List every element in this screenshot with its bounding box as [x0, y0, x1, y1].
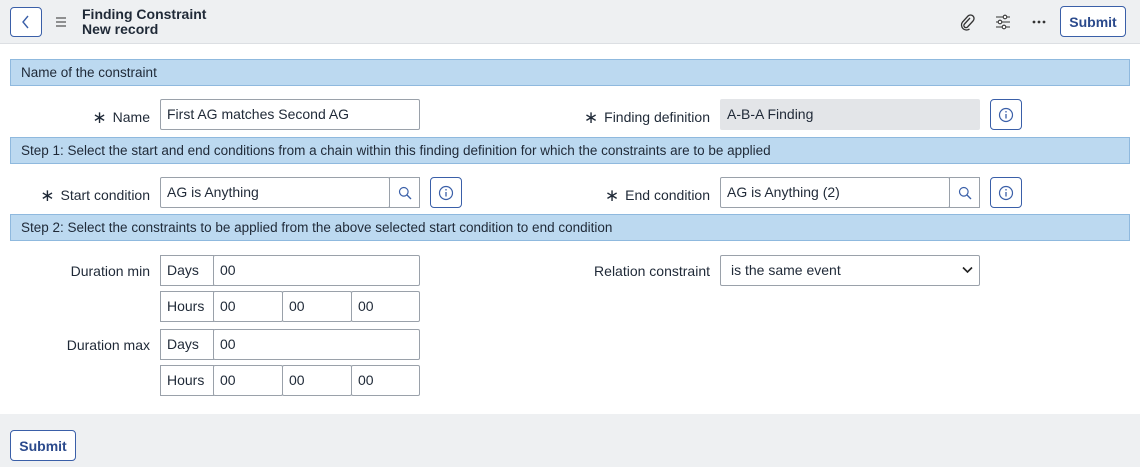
search-icon — [958, 186, 971, 199]
start-condition-input[interactable]: AG is Anything — [160, 177, 390, 208]
more-options-button[interactable] — [1029, 12, 1049, 32]
duration-max-days-input[interactable]: 00 — [213, 329, 420, 360]
paperclip-icon — [960, 14, 975, 31]
finding-definition-info-button[interactable] — [990, 99, 1022, 130]
info-icon — [998, 185, 1014, 200]
footer-submit-button[interactable]: Submit — [10, 430, 76, 461]
back-button[interactable] — [10, 7, 42, 37]
duration-min-days-input[interactable]: 00 — [213, 255, 420, 286]
duration-max-hours-label: Hours — [160, 365, 214, 396]
chevron-left-icon — [22, 15, 29, 29]
required-icon: ∗ — [583, 108, 599, 127]
sliders-icon — [996, 14, 1010, 30]
relation-constraint-label: Relation constraint — [594, 263, 710, 279]
duration-min-seconds-input[interactable]: 00 — [351, 291, 420, 322]
form-footer: Submit — [0, 414, 1140, 467]
name-label: ∗ Name — [92, 108, 150, 127]
start-condition-info-button[interactable] — [430, 177, 462, 208]
end-condition-info-button[interactable] — [990, 177, 1022, 208]
duration-max-label: Duration max — [66, 337, 150, 353]
attachment-button[interactable] — [957, 12, 977, 32]
info-icon — [438, 185, 454, 200]
header-submit-button[interactable]: Submit — [1060, 6, 1126, 37]
name-input[interactable]: First AG matches Second AG — [160, 99, 420, 130]
duration-min-hours-input[interactable]: 00 — [213, 291, 283, 322]
finding-definition-field: A-B-A Finding — [720, 99, 980, 130]
personalize-button[interactable] — [993, 12, 1013, 32]
end-condition-lookup-button[interactable] — [949, 177, 980, 208]
duration-min-label: Duration min — [70, 263, 150, 279]
page-title: Finding Constraint New record — [82, 7, 206, 37]
required-icon: ∗ — [604, 186, 620, 205]
duration-max-seconds-input[interactable]: 00 — [351, 365, 420, 396]
form-header: Finding Constraint New record Submit — [0, 0, 1140, 44]
form-title: Finding Constraint — [82, 6, 207, 22]
required-icon: ∗ — [40, 186, 55, 205]
section-step-2: Step 2: Select the constraints to be app… — [10, 214, 1130, 241]
info-icon — [998, 107, 1014, 122]
duration-max-hours-input[interactable]: 00 — [213, 365, 283, 396]
more-horizontal-icon — [1032, 20, 1046, 24]
start-condition-label: ∗ Start condition — [40, 186, 150, 205]
duration-min-hours-label: Hours — [160, 291, 214, 322]
required-icon: ∗ — [92, 108, 107, 127]
start-condition-lookup-button[interactable] — [389, 177, 420, 208]
search-icon — [398, 186, 411, 199]
hamburger-icon[interactable] — [55, 15, 67, 29]
chevron-down-icon — [962, 266, 973, 274]
end-condition-label: ∗ End condition — [604, 186, 710, 205]
form-subtitle: New record — [82, 21, 159, 37]
section-name-of-constraint: Name of the constraint — [10, 59, 1130, 86]
relation-constraint-select[interactable]: is the same event — [720, 255, 980, 286]
finding-definition-label: ∗ Finding definition — [583, 108, 710, 127]
duration-max-days-label: Days — [160, 329, 214, 360]
end-condition-input[interactable]: AG is Anything (2) — [720, 177, 950, 208]
duration-min-days-label: Days — [160, 255, 214, 286]
relation-constraint-value: is the same event — [731, 262, 841, 278]
duration-max-minutes-input[interactable]: 00 — [282, 365, 352, 396]
section-step-1: Step 1: Select the start and end conditi… — [10, 137, 1130, 164]
duration-min-minutes-input[interactable]: 00 — [282, 291, 352, 322]
